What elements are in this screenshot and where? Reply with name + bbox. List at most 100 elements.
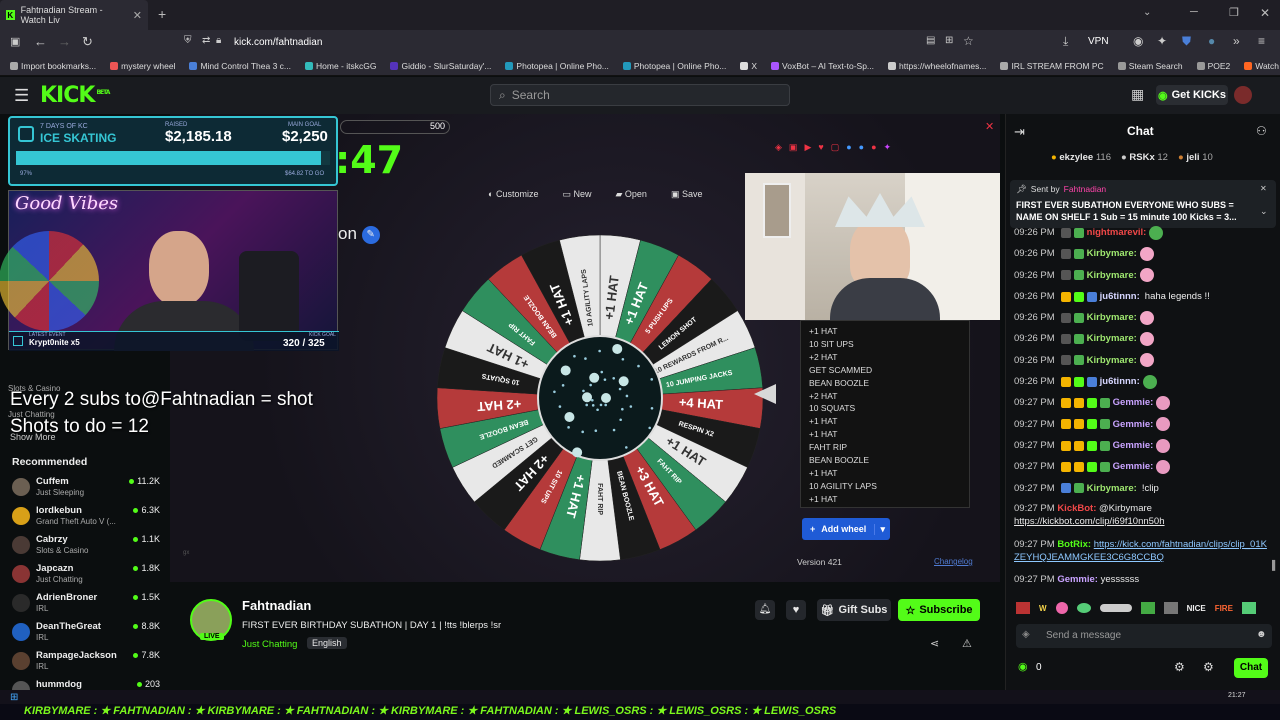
wheel-option[interactable]: +2 HAT	[809, 390, 961, 403]
wheel-option[interactable]: BEAN BOOZLE	[809, 377, 961, 390]
emote-frog-icon[interactable]	[1076, 603, 1091, 613]
message-user[interactable]: Kirbymare:	[1087, 350, 1137, 371]
bookmark-star-icon[interactable]: ☆	[963, 34, 974, 48]
language-tag[interactable]: English	[307, 637, 347, 649]
forward-icon[interactable]: →	[58, 34, 71, 49]
reader-icon[interactable]: ▤	[926, 35, 935, 46]
emote-nice-icon[interactable]: NICE	[1187, 604, 1206, 613]
kick-logo[interactable]: KICK BETA	[40, 83, 110, 108]
wheel-option[interactable]: 10 SIT UPS	[809, 338, 961, 351]
report-icon[interactable]: ⚠	[962, 637, 972, 650]
save-button[interactable]: ▣ Save	[671, 189, 703, 200]
add-wheel-button[interactable]: + Add wheel ▾	[802, 518, 890, 540]
browser-tab[interactable]: K Fahtnadian Stream - Watch Liv ✕	[0, 0, 148, 30]
follow-heart-icon[interactable]: ♥	[786, 600, 806, 620]
message-user[interactable]: BotRix:	[1057, 539, 1091, 550]
bookmark-item[interactable]: Photopea | Online Pho...	[505, 61, 609, 71]
top-gifter[interactable]: ● ekzylee 116	[1051, 152, 1111, 163]
wheel-center-image[interactable]	[537, 335, 663, 461]
emote-w-icon[interactable]: W	[1039, 604, 1047, 613]
shield-icon[interactable]: ⛨	[184, 35, 192, 46]
taskbar-clock[interactable]: 21:27	[1228, 692, 1246, 699]
chat-input[interactable]: ◈ Send a message ☻	[1016, 624, 1272, 648]
permissions-icon[interactable]: ⇄	[202, 35, 210, 46]
customize-button[interactable]: ◐ Customize	[488, 189, 538, 200]
chevron-down-icon[interactable]: ▾	[874, 523, 890, 535]
sidebar-toggle-icon[interactable]: ▣	[10, 35, 20, 48]
wheel-option[interactable]: +2 HAT	[809, 351, 961, 364]
menu-icon[interactable]: ≡	[1258, 34, 1265, 48]
bookmark-item[interactable]: X	[740, 61, 757, 71]
message-user[interactable]: Gemmie:	[1113, 392, 1154, 413]
gift-subs-button[interactable]: 🎁︎ Gift Subs	[817, 599, 891, 621]
user-avatar[interactable]	[1234, 86, 1252, 104]
bookmark-item[interactable]: POE2	[1196, 61, 1230, 71]
address-bar[interactable]: kick.com/fahtnadian	[234, 37, 322, 48]
wheel-option[interactable]: +1 HAT	[809, 325, 961, 338]
recommended-channel[interactable]: RampageJackson IRL 7.8K	[12, 650, 160, 679]
bookmark-item[interactable]: mystery wheel	[110, 61, 175, 71]
top-gifter[interactable]: ● jeli 10	[1178, 152, 1213, 163]
send-chat-button[interactable]: Chat	[1234, 658, 1268, 678]
bookmark-item[interactable]: Import bookmarks...	[10, 61, 96, 71]
clip-link[interactable]: https://kickbot.com/clip/i69f10nn50h	[1014, 516, 1165, 527]
wheel-option[interactable]: +1 HAT	[809, 493, 961, 506]
window-close-icon[interactable]: ✕	[1260, 6, 1270, 20]
top-gifter[interactable]: ● RSKx 12	[1121, 152, 1168, 163]
message-user[interactable]: Gemmie:	[1113, 414, 1154, 435]
download-icon[interactable]: ⤓	[1063, 34, 1068, 49]
screenshot-icon[interactable]: ⊞	[945, 35, 953, 46]
recommended-channel[interactable]: Cuffem Just Sleeping 11.2K	[12, 476, 160, 505]
message-user[interactable]: Kirbymare:	[1087, 307, 1137, 328]
back-icon[interactable]: ←	[34, 34, 47, 49]
message-user[interactable]: ju6tinnn:	[1100, 286, 1140, 307]
emote-1-icon[interactable]	[1016, 602, 1030, 614]
emote-fire-icon[interactable]: FIRE	[1215, 604, 1233, 613]
new-button[interactable]: ▭ New	[562, 189, 591, 200]
recommended-channel[interactable]: lordkebun Grand Theft Auto V (... 6.3K	[12, 505, 160, 534]
share-icon[interactable]: ⋖	[930, 637, 939, 650]
more-extensions-icon[interactable]: »	[1233, 34, 1240, 48]
hamburger-menu-icon[interactable]: ☰	[14, 86, 29, 106]
reload-icon[interactable]: ↻	[82, 34, 93, 50]
message-user[interactable]: Gemmie:	[1057, 574, 1098, 585]
extension-circle-icon[interactable]: ●	[1208, 34, 1215, 48]
wheel-options-list[interactable]: +1 HAT 10 SIT UPS +2 HAT GET SCAMMED BEAN BO…	[800, 320, 970, 508]
channel-name[interactable]: Fahtnadian	[242, 598, 311, 613]
message-user[interactable]: Kirbymare:	[1087, 478, 1137, 499]
wheel-option[interactable]: 10 SQUATS	[809, 402, 961, 415]
bookmark-item[interactable]: Mind Control Thea 3 c...	[189, 61, 291, 71]
message-user[interactable]: ju6tinnn:	[1100, 371, 1140, 392]
recommended-channel[interactable]: Japcazn Just Chatting 1.8K	[12, 563, 160, 592]
emote-bar-icon[interactable]	[1099, 604, 1132, 612]
wheel-option[interactable]: +1 HAT	[809, 428, 961, 441]
maximize-icon[interactable]: ❐	[1229, 6, 1239, 19]
emote-last-icon[interactable]	[1241, 602, 1256, 614]
spin-wheel[interactable]: +1 HAT +1 HAT5 PUSH UPSLEMON SHOT10 REWAR…	[435, 233, 765, 563]
chat-scroll-indicator[interactable]: ▌	[1272, 560, 1278, 570]
vpn-button[interactable]: VPN	[1088, 36, 1109, 47]
bookmark-item[interactable]: Giddio - SlurSaturday'...	[390, 61, 491, 71]
open-button[interactable]: ▰ Open	[615, 189, 646, 200]
unpin-icon[interactable]: ✕	[1260, 184, 1267, 193]
start-icon[interactable]: ⊞	[10, 692, 18, 703]
wheel-option[interactable]: FAHT RIP	[809, 441, 961, 454]
emoji-icon[interactable]: ☻	[1256, 629, 1267, 640]
recommended-channel[interactable]: Cabrzy Slots & Casino 1.1K	[12, 534, 160, 563]
message-user[interactable]: KickBot:	[1057, 503, 1096, 514]
changelog-link[interactable]: Changelog	[934, 557, 973, 566]
new-tab-icon[interactable]: +	[158, 6, 166, 22]
bookmark-item[interactable]: IRL STREAM FROM PC	[1000, 61, 1104, 71]
emote-kirby-icon[interactable]	[1055, 602, 1068, 614]
message-user[interactable]: Kirbymare:	[1087, 328, 1137, 349]
bookmark-item[interactable]: VoxBot – AI Text-to-Sp...	[771, 61, 874, 71]
users-icon[interactable]: ⚇	[1256, 124, 1267, 138]
emote-misc-icon[interactable]	[1163, 602, 1178, 614]
extensions-icon[interactable]: ✦	[1157, 34, 1167, 48]
expand-pinned-icon[interactable]: ⌄	[1260, 206, 1268, 217]
wheel-option[interactable]: GET SCAMMED	[809, 364, 961, 377]
message-user[interactable]: Gemmie:	[1113, 456, 1154, 477]
search-input[interactable]: ⌕ Search	[490, 84, 790, 106]
message-user[interactable]: Kirbymare:	[1087, 265, 1137, 286]
moderation-gear-icon[interactable]: ⚙	[1203, 660, 1214, 674]
